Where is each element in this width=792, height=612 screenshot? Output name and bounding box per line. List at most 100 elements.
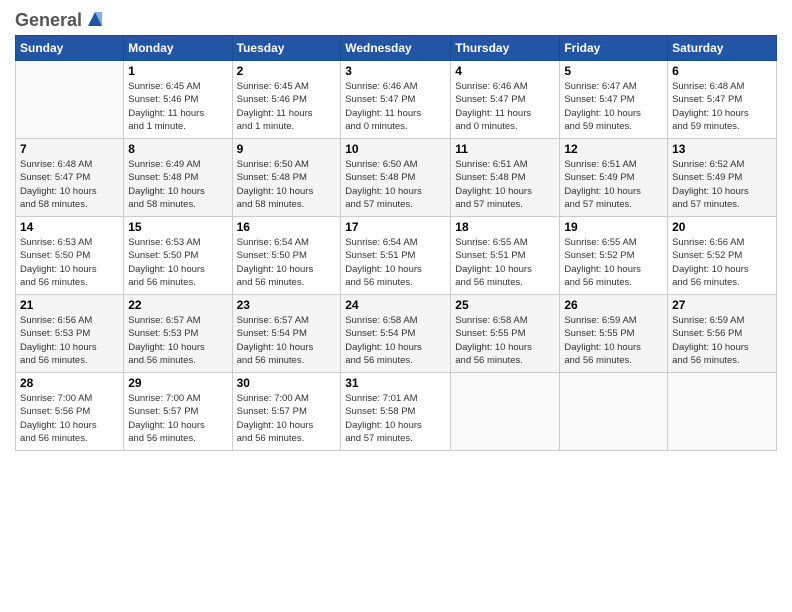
day-number: 13 (672, 142, 772, 156)
weekday-header-monday: Monday (124, 36, 232, 61)
day-cell: 11 Sunrise: 6:51 AMSunset: 5:48 PMDayligh… (451, 139, 560, 217)
day-cell (451, 373, 560, 451)
day-info: Sunrise: 6:52 AMSunset: 5:49 PMDaylight:… (672, 158, 772, 211)
week-row-3: 14 Sunrise: 6:53 AMSunset: 5:50 PMDayligh… (16, 217, 777, 295)
day-cell: 4 Sunrise: 6:46 AMSunset: 5:47 PMDaylight… (451, 61, 560, 139)
day-info: Sunrise: 6:53 AMSunset: 5:50 PMDaylight:… (20, 236, 119, 289)
day-info: Sunrise: 7:00 AMSunset: 5:57 PMDaylight:… (128, 392, 227, 445)
weekday-header-sunday: Sunday (16, 36, 124, 61)
day-cell: 3 Sunrise: 6:46 AMSunset: 5:47 PMDaylight… (341, 61, 451, 139)
day-number: 10 (345, 142, 446, 156)
day-info: Sunrise: 6:50 AMSunset: 5:48 PMDaylight:… (237, 158, 337, 211)
day-number: 2 (237, 64, 337, 78)
day-cell: 30 Sunrise: 7:00 AMSunset: 5:57 PMDayligh… (232, 373, 341, 451)
week-row-1: 1Sunrise: 6:45 AMSunset: 5:46 PMDaylight… (16, 61, 777, 139)
day-info: Sunrise: 6:59 AMSunset: 5:55 PMDaylight:… (564, 314, 663, 367)
calendar-container: General SundayMondayTuesdayWednesdayThur… (0, 0, 792, 612)
day-number: 6 (672, 64, 772, 78)
day-number: 18 (455, 220, 555, 234)
day-info: Sunrise: 6:46 AMSunset: 5:47 PMDaylight:… (345, 80, 446, 133)
day-info: Sunrise: 6:51 AMSunset: 5:48 PMDaylight:… (455, 158, 555, 211)
logo: General (15, 10, 106, 27)
day-info: Sunrise: 6:58 AMSunset: 5:55 PMDaylight:… (455, 314, 555, 367)
day-cell: 2 Sunrise: 6:45 AMSunset: 5:46 PMDaylight… (232, 61, 341, 139)
day-number: 3 (345, 64, 446, 78)
day-number: 29 (128, 376, 227, 390)
logo-general: General (15, 10, 82, 31)
day-cell: 18 Sunrise: 6:55 AMSunset: 5:51 PMDayligh… (451, 217, 560, 295)
day-number: 7 (20, 142, 119, 156)
day-number: 22 (128, 298, 227, 312)
day-number: 24 (345, 298, 446, 312)
week-row-2: 7 Sunrise: 6:48 AMSunset: 5:47 PMDaylight… (16, 139, 777, 217)
day-cell (560, 373, 668, 451)
day-info: Sunrise: 6:53 AMSunset: 5:50 PMDaylight:… (128, 236, 227, 289)
day-cell: 8 Sunrise: 6:49 AMSunset: 5:48 PMDaylight… (124, 139, 232, 217)
day-cell: 10 Sunrise: 6:50 AMSunset: 5:48 PMDayligh… (341, 139, 451, 217)
day-number: 30 (237, 376, 337, 390)
day-cell: 5 Sunrise: 6:47 AMSunset: 5:47 PMDaylight… (560, 61, 668, 139)
day-info: Sunrise: 6:54 AMSunset: 5:50 PMDaylight:… (237, 236, 337, 289)
day-info: Sunrise: 7:01 AMSunset: 5:58 PMDaylight:… (345, 392, 446, 445)
day-cell (16, 61, 124, 139)
day-number: 5 (564, 64, 663, 78)
day-number: 17 (345, 220, 446, 234)
day-info: Sunrise: 7:00 AMSunset: 5:57 PMDaylight:… (237, 392, 337, 445)
day-info: Sunrise: 6:50 AMSunset: 5:48 PMDaylight:… (345, 158, 446, 211)
day-info: Sunrise: 6:48 AMSunset: 5:47 PMDaylight:… (672, 80, 772, 133)
day-cell: 21 Sunrise: 6:56 AMSunset: 5:53 PMDayligh… (16, 295, 124, 373)
day-number: 15 (128, 220, 227, 234)
day-cell: 6 Sunrise: 6:48 AMSunset: 5:47 PMDaylight… (668, 61, 777, 139)
logo-icon (84, 8, 106, 30)
day-cell: 15 Sunrise: 6:53 AMSunset: 5:50 PMDayligh… (124, 217, 232, 295)
day-cell: 14 Sunrise: 6:53 AMSunset: 5:50 PMDayligh… (16, 217, 124, 295)
day-info: Sunrise: 6:55 AMSunset: 5:52 PMDaylight:… (564, 236, 663, 289)
day-cell: 17Sunrise: 6:54 AMSunset: 5:51 PMDayligh… (341, 217, 451, 295)
day-cell: 25Sunrise: 6:58 AMSunset: 5:55 PMDayligh… (451, 295, 560, 373)
day-info: Sunrise: 6:55 AMSunset: 5:51 PMDaylight:… (455, 236, 555, 289)
day-number: 8 (128, 142, 227, 156)
day-number: 27 (672, 298, 772, 312)
day-cell: 24 Sunrise: 6:58 AMSunset: 5:54 PMDayligh… (341, 295, 451, 373)
day-info: Sunrise: 6:47 AMSunset: 5:47 PMDaylight:… (564, 80, 663, 133)
weekday-header-row: SundayMondayTuesdayWednesdayThursdayFrid… (16, 36, 777, 61)
day-info: Sunrise: 6:57 AMSunset: 5:53 PMDaylight:… (128, 314, 227, 367)
day-info: Sunrise: 6:45 AMSunset: 5:46 PMDaylight:… (237, 80, 337, 133)
day-number: 26 (564, 298, 663, 312)
day-info: Sunrise: 6:49 AMSunset: 5:48 PMDaylight:… (128, 158, 227, 211)
day-info: Sunrise: 6:46 AMSunset: 5:47 PMDaylight:… (455, 80, 555, 133)
calendar-table: SundayMondayTuesdayWednesdayThursdayFrid… (15, 35, 777, 451)
day-cell: 20Sunrise: 6:56 AMSunset: 5:52 PMDayligh… (668, 217, 777, 295)
week-row-4: 21 Sunrise: 6:56 AMSunset: 5:53 PMDayligh… (16, 295, 777, 373)
day-number: 23 (237, 298, 337, 312)
weekday-header-friday: Friday (560, 36, 668, 61)
weekday-header-saturday: Saturday (668, 36, 777, 61)
day-info: Sunrise: 6:48 AMSunset: 5:47 PMDaylight:… (20, 158, 119, 211)
day-number: 14 (20, 220, 119, 234)
day-info: Sunrise: 7:00 AMSunset: 5:56 PMDaylight:… (20, 392, 119, 445)
day-number: 4 (455, 64, 555, 78)
day-cell (668, 373, 777, 451)
day-cell: 1Sunrise: 6:45 AMSunset: 5:46 PMDaylight… (124, 61, 232, 139)
day-number: 31 (345, 376, 446, 390)
day-cell: 23 Sunrise: 6:57 AMSunset: 5:54 PMDayligh… (232, 295, 341, 373)
day-cell: 9Sunrise: 6:50 AMSunset: 5:48 PMDaylight… (232, 139, 341, 217)
day-cell: 28 Sunrise: 7:00 AMSunset: 5:56 PMDayligh… (16, 373, 124, 451)
day-number: 16 (237, 220, 337, 234)
day-info: Sunrise: 6:58 AMSunset: 5:54 PMDaylight:… (345, 314, 446, 367)
day-cell: 7 Sunrise: 6:48 AMSunset: 5:47 PMDaylight… (16, 139, 124, 217)
header: General (15, 10, 777, 27)
day-cell: 13 Sunrise: 6:52 AMSunset: 5:49 PMDayligh… (668, 139, 777, 217)
day-info: Sunrise: 6:56 AMSunset: 5:52 PMDaylight:… (672, 236, 772, 289)
day-info: Sunrise: 6:45 AMSunset: 5:46 PMDaylight:… (128, 80, 227, 133)
day-number: 11 (455, 142, 555, 156)
weekday-header-thursday: Thursday (451, 36, 560, 61)
day-number: 28 (20, 376, 119, 390)
day-info: Sunrise: 6:59 AMSunset: 5:56 PMDaylight:… (672, 314, 772, 367)
day-cell: 22 Sunrise: 6:57 AMSunset: 5:53 PMDayligh… (124, 295, 232, 373)
day-number: 21 (20, 298, 119, 312)
day-info: Sunrise: 6:51 AMSunset: 5:49 PMDaylight:… (564, 158, 663, 211)
day-info: Sunrise: 6:57 AMSunset: 5:54 PMDaylight:… (237, 314, 337, 367)
day-cell: 27 Sunrise: 6:59 AMSunset: 5:56 PMDayligh… (668, 295, 777, 373)
day-info: Sunrise: 6:56 AMSunset: 5:53 PMDaylight:… (20, 314, 119, 367)
